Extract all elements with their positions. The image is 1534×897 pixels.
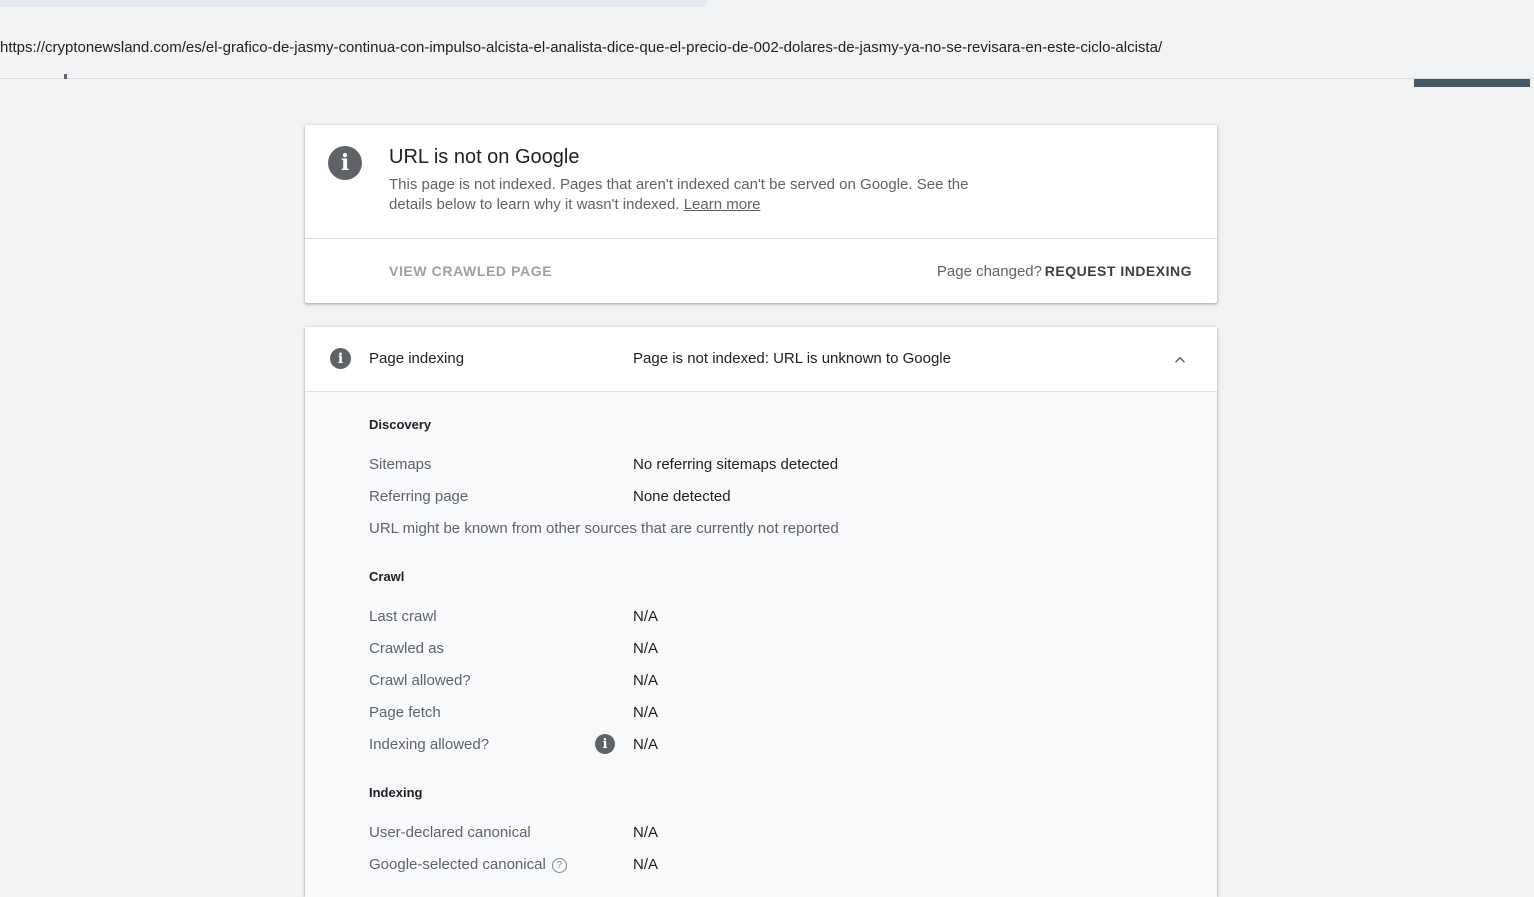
status-description-text: This page is not indexed. Pages that are…: [389, 176, 969, 213]
referring-page-label: Referring page: [369, 488, 469, 505]
request-indexing-button[interactable]: REQUEST INDEXING: [1045, 263, 1192, 279]
discovery-note: URL might be known from other sources th…: [369, 520, 839, 537]
page-indexing-label: Page indexing: [369, 350, 465, 367]
help-icon[interactable]: ?: [551, 858, 567, 873]
inspected-url-bar: https://cryptonewsland.com/es/el-grafico…: [0, 26, 1534, 79]
status-description: This page is not indexed. Pages that are…: [389, 175, 989, 215]
status-title: URL is not on Google: [389, 146, 580, 168]
header-mark: [64, 74, 67, 79]
page-changed-label: Page changed?: [936, 263, 1042, 280]
header-action-button[interactable]: [1414, 79, 1530, 87]
learn-more-link[interactable]: Learn more: [684, 196, 761, 213]
page-indexing-header[interactable]: i Page indexing Page is not indexed: URL…: [305, 327, 1217, 392]
referring-page-value: None detected: [633, 488, 731, 505]
inspected-url: https://cryptonewsland.com/es/el-grafico…: [0, 39, 1163, 56]
user-canonical-value: N/A: [633, 824, 659, 841]
google-canonical-row: Google-selected canonical?: [369, 856, 567, 873]
sitemaps-value: No referring sitemaps detected: [633, 456, 839, 473]
view-crawled-page-button[interactable]: VIEW CRAWLED PAGE: [389, 263, 552, 279]
crawled-as-value: N/A: [633, 640, 659, 657]
crawl-allowed-value: N/A: [633, 672, 659, 689]
info-icon[interactable]: i: [595, 734, 615, 754]
info-icon: i: [330, 348, 351, 369]
divider: [305, 238, 1217, 239]
indexing-title: Indexing: [369, 785, 423, 800]
url-status-card: i URL is not on Google This page is not …: [305, 125, 1217, 303]
chevron-up-icon[interactable]: [1171, 351, 1189, 369]
user-canonical-label: User-declared canonical: [369, 824, 531, 841]
indexing-allowed-label: Indexing allowed?: [369, 736, 490, 753]
page-fetch-label: Page fetch: [369, 704, 441, 721]
crawled-as-label: Crawled as: [369, 640, 445, 657]
indexing-allowed-value: N/A: [633, 736, 659, 753]
last-crawl-value: N/A: [633, 608, 659, 625]
google-canonical-value: N/A: [633, 856, 659, 873]
top-search-pill: [0, 0, 708, 7]
crawl-allowed-label: Crawl allowed?: [369, 672, 471, 689]
page-indexing-status: Page is not indexed: URL is unknown to G…: [633, 350, 951, 367]
sitemaps-label: Sitemaps: [369, 456, 432, 473]
last-crawl-label: Last crawl: [369, 608, 437, 625]
page-indexing-card: i Page indexing Page is not indexed: URL…: [305, 327, 1217, 897]
discovery-title: Discovery: [369, 417, 432, 432]
page-fetch-value: N/A: [633, 704, 659, 721]
info-icon: i: [328, 146, 362, 180]
google-canonical-label: Google-selected canonical: [369, 856, 546, 873]
crawl-title: Crawl: [369, 569, 405, 584]
page-indexing-details: Discovery Sitemaps No referring sitemaps…: [305, 392, 1217, 897]
